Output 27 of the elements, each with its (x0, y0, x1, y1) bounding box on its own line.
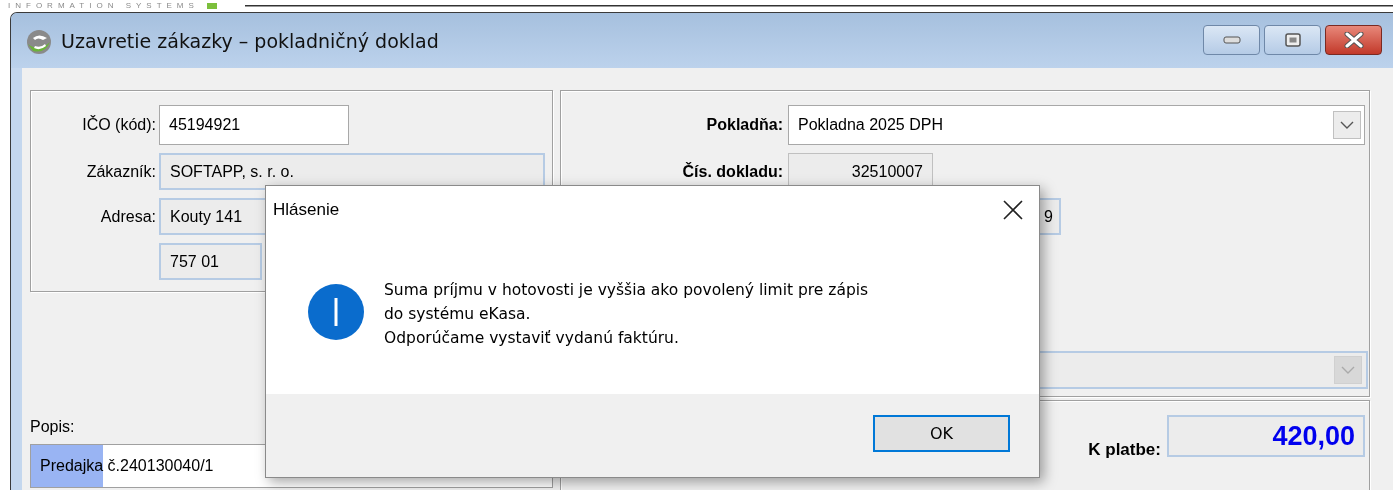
chevron-down-icon (1340, 121, 1354, 129)
dialog-message: Suma príjmu v hotovosti je vyššia ako povolený limit pre zápis do systému eKasa. Odporúčame vystaviť vydanú faktúru. (384, 280, 869, 349)
close-button[interactable] (1325, 24, 1382, 55)
brand-text: INFORMATION SYSTEMS (8, 1, 199, 11)
close-icon (1003, 200, 1023, 220)
ok-button[interactable]: OK (873, 415, 1010, 452)
chevron-down-icon (1341, 366, 1355, 374)
close-icon (1343, 31, 1364, 48)
window-title: Uzavretie zákazky – pokladničný doklad (61, 29, 439, 52)
input-field[interactable]: 45194921 (159, 105, 349, 145)
minimize-icon (1222, 35, 1241, 44)
field-label: IČO (kód): (82, 116, 156, 134)
readonly-field: 757 01 (159, 243, 262, 280)
field-label: Čís. dokladu: (681, 162, 783, 181)
field-label: Adresa: (100, 207, 156, 226)
register-dropdown[interactable]: Pokladna 2025 DPH (788, 105, 1365, 145)
amount-field: 420,00 (1167, 415, 1365, 457)
field-label: Popis: (30, 418, 76, 436)
dialog-title: Hlásenie (273, 200, 340, 220)
info-icon (308, 284, 364, 340)
maximize-button[interactable] (1264, 24, 1321, 55)
logo-mark (206, 3, 217, 9)
field-label: Pokladňa: (705, 116, 783, 134)
maximize-icon (1284, 32, 1301, 47)
field-label: K platbe: (1088, 440, 1161, 460)
field-label: Zákazník: (86, 162, 156, 181)
minimize-button[interactable] (1203, 24, 1260, 55)
